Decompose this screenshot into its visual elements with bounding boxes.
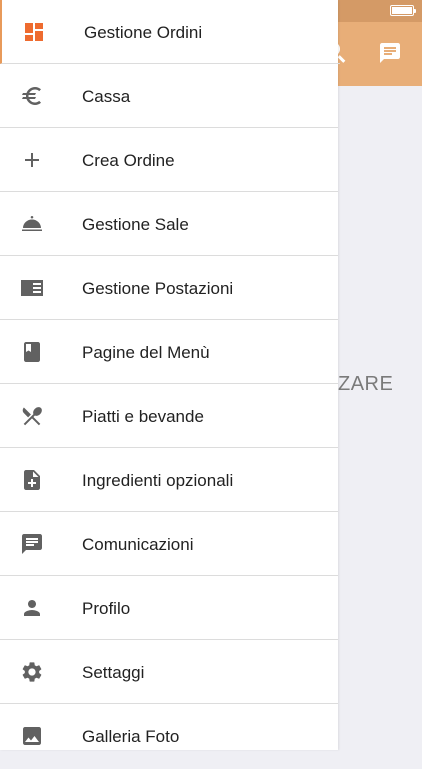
menu-item-label: Gestione Sale bbox=[82, 215, 189, 234]
menu-item-gestione-sale[interactable]: Gestione Sale bbox=[0, 192, 338, 256]
menu-item-label: Galleria Foto bbox=[82, 727, 180, 746]
navigation-drawer: Gestione Ordini Cassa Crea Ordine Gestio… bbox=[0, 0, 340, 750]
menu-item-settaggi[interactable]: Settaggi bbox=[0, 640, 338, 704]
postazioni-icon bbox=[20, 276, 44, 300]
menu-item-pagine-menu[interactable]: Pagine del Menù bbox=[0, 320, 338, 384]
plus-icon bbox=[20, 148, 44, 172]
image-icon bbox=[20, 724, 44, 748]
menu-item-label: Ingredienti opzionali bbox=[82, 471, 234, 490]
euro-icon bbox=[20, 84, 44, 108]
menu-item-gestione-ordini[interactable]: Gestione Ordini bbox=[0, 0, 340, 64]
menu-item-label: Settaggi bbox=[82, 663, 145, 682]
menu-item-label: Comunicazioni bbox=[82, 535, 194, 554]
menu-item-crea-ordine[interactable]: Crea Ordine bbox=[0, 128, 338, 192]
menu-item-cassa[interactable]: Cassa bbox=[0, 64, 338, 128]
menu-item-piatti-bevande[interactable]: Piatti e bevande bbox=[0, 384, 338, 448]
gear-icon bbox=[20, 660, 44, 684]
dashboard-icon bbox=[22, 20, 46, 44]
person-icon bbox=[20, 596, 44, 620]
menu-item-ingredienti-opzionali[interactable]: Ingredienti opzionali bbox=[0, 448, 338, 512]
background-text: ZARE bbox=[338, 373, 394, 395]
utensils-icon bbox=[20, 404, 44, 428]
menu-item-label: Cassa bbox=[82, 87, 131, 106]
menu-item-label: Piatti e bevande bbox=[82, 407, 204, 426]
note-add-icon bbox=[20, 468, 44, 492]
menu-item-label: Gestione Postazioni bbox=[82, 279, 234, 298]
battery-icon bbox=[390, 5, 416, 16]
menu-item-label: Profilo bbox=[82, 599, 131, 618]
menu-item-label: Crea Ordine bbox=[82, 151, 175, 170]
menu-item-gestione-postazioni[interactable]: Gestione Postazioni bbox=[0, 256, 338, 320]
message-icon bbox=[20, 532, 44, 556]
menu-item-label: Pagine del Menù bbox=[82, 343, 210, 362]
book-icon bbox=[20, 340, 44, 364]
menu-item-label: Gestione Ordini bbox=[84, 23, 203, 42]
chat-icon[interactable] bbox=[378, 41, 402, 65]
menu-item-profilo[interactable]: Profilo bbox=[0, 576, 338, 640]
menu-item-comunicazioni[interactable]: Comunicazioni bbox=[0, 512, 338, 576]
menu-item-galleria-foto[interactable]: Galleria Foto bbox=[0, 704, 338, 767]
cloche-icon bbox=[20, 212, 44, 236]
